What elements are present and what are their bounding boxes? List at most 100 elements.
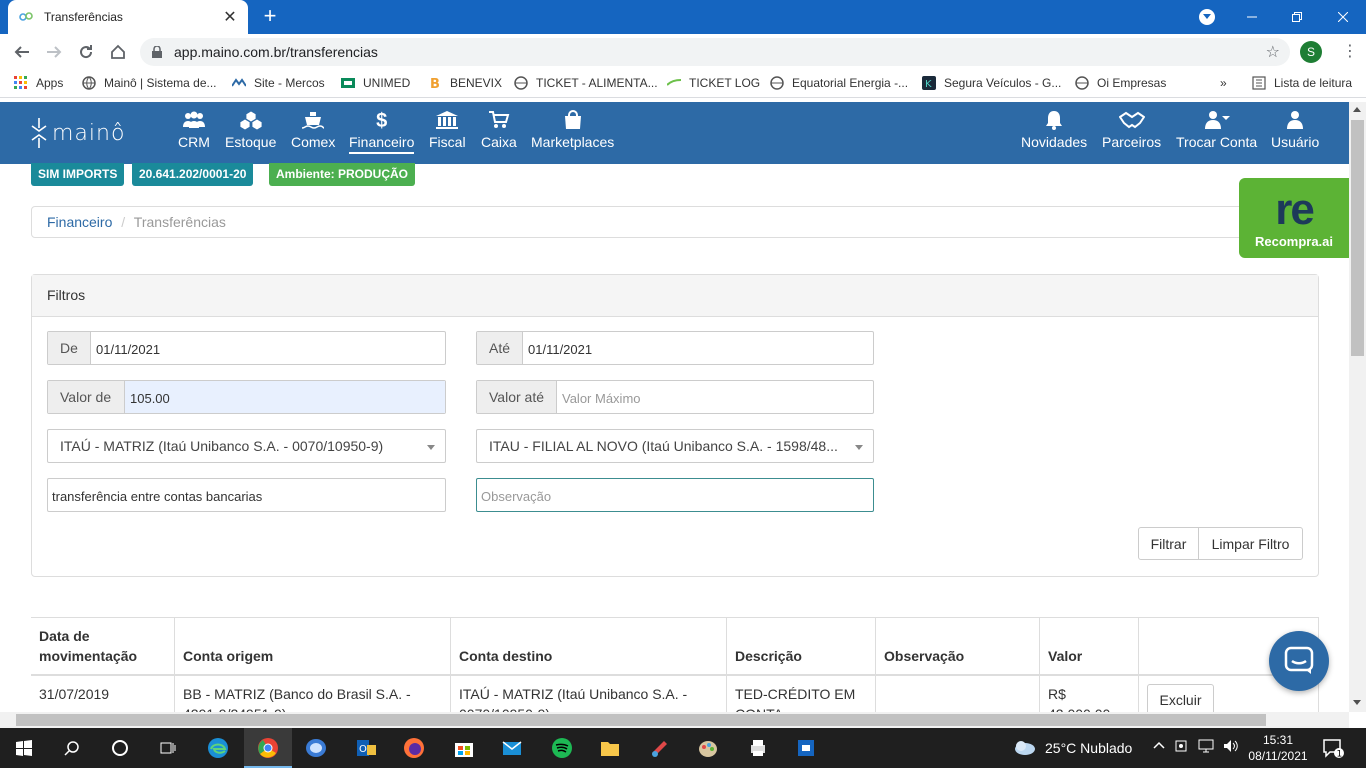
destination-account-select[interactable]: ITAU - FILIAL AL NOVO (Itaú Unibanco S.A… (476, 429, 874, 463)
chat-button[interactable] (1269, 631, 1329, 691)
menu-caixa[interactable]: Caixa (481, 110, 517, 160)
task-view-icon[interactable] (154, 734, 182, 762)
store-icon[interactable] (450, 734, 478, 762)
new-tab-button[interactable]: + (258, 4, 282, 28)
recompra-logo: re (1275, 185, 1315, 234)
messenger-icon[interactable] (302, 734, 330, 762)
scroll-down-icon[interactable] (1353, 700, 1361, 705)
browser-toolbar: app.maino.com.br/transferencias ☆ (0, 34, 1366, 70)
cortana-icon[interactable] (106, 734, 134, 762)
home-icon[interactable] (106, 40, 130, 64)
filter-button[interactable]: Filtrar (1138, 527, 1199, 560)
menu-estoque[interactable]: Estoque (225, 110, 276, 160)
lock-icon (152, 45, 162, 58)
bookmark-benevix[interactable]: B BENEVIX (428, 76, 502, 92)
vertical-scrollbar[interactable] (1349, 102, 1366, 712)
bank-icon (435, 110, 459, 132)
value-to-field[interactable]: Valor até Valor Máximo (476, 380, 874, 414)
source-account-select[interactable]: ITAÚ - MATRIZ (Itaú Unibanco S.A. - 0070… (47, 429, 446, 463)
bookmark-star-icon[interactable]: ☆ (1266, 42, 1280, 62)
bookmarks-overflow-button[interactable]: » (1220, 76, 1227, 90)
weather-text[interactable]: 25°C Nublado (1045, 740, 1132, 756)
search-icon[interactable] (58, 734, 86, 762)
cell-observation (876, 676, 1040, 713)
minimize-button[interactable] (1229, 0, 1275, 34)
close-window-button[interactable] (1320, 0, 1366, 34)
date-to-field[interactable]: Até 01/11/2021 (476, 331, 874, 365)
taskbar-clock[interactable]: 15:31 08/11/2021 (1248, 732, 1308, 764)
segura-icon: K (922, 76, 936, 90)
date-to-input[interactable]: 01/11/2021 (523, 332, 873, 364)
address-bar[interactable]: app.maino.com.br/transferencias ☆ (140, 38, 1290, 66)
weather-icon[interactable] (1012, 738, 1036, 759)
breadcrumb-separator: / (121, 214, 126, 230)
column-header-description: Descrição (727, 618, 876, 676)
menu-fiscal[interactable]: Fiscal (429, 110, 466, 160)
menu-crm[interactable]: CRM (178, 110, 210, 160)
value-from-field[interactable]: Valor de 105.00 (47, 380, 446, 414)
tray-chevron-up-icon[interactable] (1152, 738, 1166, 755)
bookmark-apps[interactable]: Apps (14, 76, 63, 90)
browser-menu-icon[interactable]: ⋮ (1340, 40, 1360, 64)
bookmark-unimed[interactable]: UNIMED (341, 76, 410, 90)
menu-usuario[interactable]: Usuário (1271, 110, 1319, 160)
clear-filter-button[interactable]: Limpar Filtro (1198, 527, 1303, 560)
breadcrumb-financeiro-link[interactable]: Financeiro (47, 214, 112, 230)
reload-icon[interactable] (74, 40, 98, 64)
bookmark-oi-empresas[interactable]: Oi Empresas (1075, 76, 1166, 90)
edge-icon[interactable] (204, 734, 232, 762)
menu-trocar-conta[interactable]: Trocar Conta (1176, 110, 1257, 160)
recompra-widget[interactable]: re Recompra.ai (1239, 178, 1349, 258)
menu-financeiro[interactable]: $ Financeiro (349, 110, 415, 160)
network-icon[interactable] (1198, 738, 1216, 757)
outlook-icon[interactable]: O (352, 734, 380, 762)
paint-icon[interactable] (646, 734, 674, 762)
menu-parceiros[interactable]: Parceiros (1102, 110, 1161, 160)
bookmark-mercos[interactable]: Site - Mercos (231, 76, 325, 90)
date-from-input[interactable]: 01/11/2021 (91, 332, 445, 364)
menu-comex[interactable]: Comex (291, 110, 335, 160)
description-input[interactable]: transferência entre contas bancarias (47, 478, 446, 512)
bookmark-equatorial[interactable]: Equatorial Energia -... (770, 76, 908, 90)
bookmark-ticket-alimentacao[interactable]: TICKET - ALIMENTA... (514, 76, 658, 90)
menu-novidades[interactable]: Novidades (1021, 110, 1087, 160)
bookmark-ticket-log[interactable]: TICKET LOG (666, 76, 760, 90)
horizontal-scrollbar[interactable] (0, 712, 1349, 728)
back-arrow-icon[interactable] (10, 40, 34, 64)
windows-start-icon[interactable] (10, 734, 38, 762)
file-explorer-icon[interactable] (596, 734, 624, 762)
menu-marketplaces[interactable]: Marketplaces (531, 110, 614, 160)
tab-close-icon[interactable]: ✕ (222, 7, 238, 27)
date-from-field[interactable]: De 01/11/2021 (47, 331, 446, 365)
horizontal-scroll-thumb[interactable] (16, 714, 1266, 726)
apps-grid-icon (14, 76, 28, 90)
browser-tab[interactable]: Transferências ✕ (8, 0, 248, 34)
bookmark-segura-veiculos[interactable]: K Segura Veículos - G... (922, 76, 1061, 90)
maino-logo[interactable]: mainô (30, 116, 125, 150)
mail-icon[interactable] (498, 734, 526, 762)
notifications-icon[interactable]: 1 (1322, 738, 1344, 761)
paint-palette-icon[interactable] (694, 734, 722, 762)
value-from-input[interactable]: 105.00 (125, 381, 445, 413)
reading-list-button[interactable]: Lista de leitura (1252, 76, 1352, 90)
restore-button[interactable] (1274, 0, 1320, 34)
value-to-input[interactable]: Valor Máximo (557, 381, 873, 413)
boxes-icon (239, 110, 263, 132)
volume-icon[interactable] (1222, 738, 1240, 757)
tray-device-icon[interactable] (1174, 738, 1190, 757)
forward-arrow-icon[interactable] (42, 40, 66, 64)
tab-search-icon[interactable] (1199, 9, 1215, 25)
bookmark-maino[interactable]: Mainô | Sistema de... (82, 76, 217, 90)
profile-avatar[interactable]: S (1300, 41, 1322, 63)
chrome-icon[interactable] (254, 734, 282, 762)
breadcrumb-current: Transferências (133, 214, 226, 230)
vertical-scroll-thumb[interactable] (1351, 120, 1364, 356)
observation-input[interactable]: Observação (476, 478, 874, 512)
printer-icon[interactable] (744, 734, 772, 762)
scroll-up-icon[interactable] (1353, 107, 1361, 112)
spotify-icon[interactable] (548, 734, 576, 762)
column-header-date: Data de movimentação (31, 618, 175, 676)
firefox-icon[interactable] (400, 734, 428, 762)
app-icon[interactable] (792, 734, 820, 762)
date-to-label: Até (477, 332, 523, 364)
